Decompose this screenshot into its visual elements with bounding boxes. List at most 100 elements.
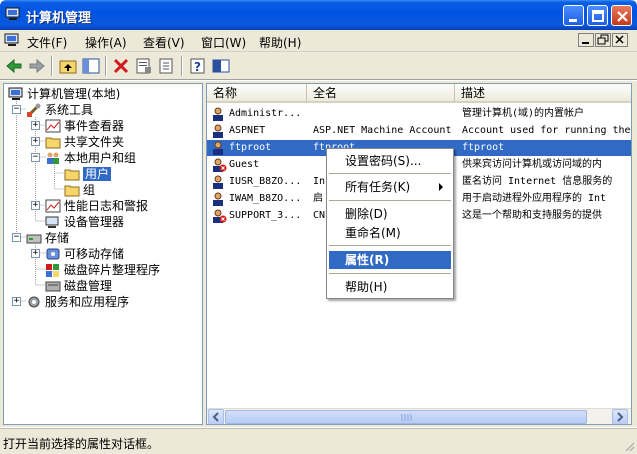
tree-item-label: 组: [83, 183, 96, 197]
menu-item-delete[interactable]: 删除(D): [329, 205, 451, 223]
tree-item[interactable]: 组: [64, 182, 95, 198]
tree-item-label: 存储: [45, 231, 70, 245]
show-hide-tree-icon[interactable]: [81, 56, 101, 76]
storage-icon: [26, 234, 42, 244]
tools-icon: [27, 103, 41, 117]
tree-item[interactable]: 可移动存储: [45, 246, 124, 262]
event-viewer-icon: [45, 119, 61, 133]
cell-name: IUSR_B8ZO...: [229, 176, 302, 187]
up-folder-icon[interactable]: [58, 56, 78, 76]
column-header-description[interactable]: 描述: [455, 84, 631, 103]
tree-item[interactable]: 设备管理器: [45, 214, 124, 230]
tree-item[interactable]: 事件查看器: [45, 118, 124, 134]
tree-item-label: 磁盘碎片整理程序: [64, 263, 161, 277]
removable-storage-icon: [46, 248, 60, 260]
tree-expander[interactable]: +: [31, 249, 40, 258]
menu-separator: [329, 245, 451, 246]
cell-name: ftproot: [229, 142, 272, 153]
cell-desc: Account used for running the: [462, 125, 631, 136]
export-list-icon[interactable]: [157, 56, 177, 76]
mdi-minimize-button[interactable]: [578, 33, 594, 47]
menu-item-label: 所有任务(K): [345, 180, 411, 194]
tree-item[interactable]: 磁盘碎片整理程序: [45, 262, 160, 278]
cell-desc: ftproot: [462, 142, 505, 153]
menu-separator: [329, 273, 451, 274]
tree-item[interactable]: 系统工具: [26, 102, 93, 118]
tree-expander[interactable]: −: [12, 233, 21, 242]
folder-icon: [64, 169, 80, 181]
mdi-restore-button[interactable]: [595, 33, 611, 47]
action-pane-icon[interactable]: [211, 56, 231, 76]
column-header-name[interactable]: 名称: [207, 84, 307, 103]
tree-item-label: 磁盘管理: [64, 279, 113, 293]
tree-item[interactable]: 计算机管理(本地): [8, 86, 120, 102]
mdi-close-button[interactable]: [612, 33, 628, 47]
menu-window[interactable]: 窗口(W): [201, 34, 246, 51]
horizontal-scrollbar[interactable]: [207, 408, 631, 424]
tree-item[interactable]: 共享文件夹: [45, 134, 124, 150]
status-bar: 打开当前选择的属性对话框。: [0, 428, 637, 454]
tree-item[interactable]: 性能日志和警报: [45, 198, 148, 214]
menu-action[interactable]: 操作(A): [85, 34, 127, 51]
menu-separator: [329, 200, 451, 201]
cell-name: SUPPORT_3...: [229, 210, 302, 221]
close-icon: [615, 35, 624, 44]
tree-item-label: 计算机管理(本地): [27, 87, 121, 101]
title-bar[interactable]: 计算机管理: [0, 0, 637, 30]
tree-expander[interactable]: +: [31, 121, 40, 130]
menu-item-all-tasks[interactable]: 所有任务(K): [329, 178, 451, 196]
properties-icon[interactable]: [134, 56, 154, 76]
context-menu: 设置密码(S)... 所有任务(K) 删除(D) 重命名(M) 属性(R) 帮助…: [326, 148, 454, 299]
menu-item-rename[interactable]: 重命名(M): [329, 224, 451, 242]
column-header-fullname[interactable]: 全名: [307, 84, 455, 103]
tree-item[interactable]: 服务和应用程序: [26, 294, 129, 310]
menu-bar: 文件(F) 操作(A) 查看(V) 窗口(W) 帮助(H): [0, 30, 637, 52]
back-arrow-icon[interactable]: [4, 56, 24, 76]
services-icon: [28, 296, 40, 308]
tree-expander[interactable]: +: [31, 201, 40, 210]
tree-expander[interactable]: −: [31, 153, 40, 162]
scroll-right-button[interactable]: [612, 409, 628, 424]
tree-item[interactable]: 存储: [26, 230, 69, 246]
menu-view[interactable]: 查看(V): [143, 34, 185, 51]
delete-icon[interactable]: [111, 56, 131, 76]
toolbar-separator: [51, 56, 53, 76]
tree-item[interactable]: 用户: [64, 166, 112, 182]
tree-item[interactable]: 本地用户和组: [45, 150, 136, 166]
user-icon: [213, 107, 223, 121]
maximize-button[interactable]: [587, 5, 608, 26]
resize-grip-icon[interactable]: [623, 440, 635, 452]
computer-icon[interactable]: [4, 33, 20, 47]
list-item[interactable]: Administr... 管理计算机(域)的内置帐户: [207, 106, 631, 122]
window-title: 计算机管理: [26, 11, 92, 26]
submenu-arrow-icon: [439, 183, 443, 191]
tree-expander[interactable]: −: [12, 105, 21, 114]
menu-item-set-password[interactable]: 设置密码(S)...: [329, 152, 451, 170]
cell-name: Guest: [229, 159, 260, 170]
user-icon: [213, 209, 227, 223]
scroll-left-button[interactable]: [208, 409, 224, 424]
defrag-icon: [46, 264, 59, 277]
forward-arrow-icon[interactable]: [27, 56, 47, 76]
menu-help[interactable]: 帮助(H): [259, 34, 301, 51]
tree-expander[interactable]: +: [12, 297, 21, 306]
toolbar: ?: [0, 52, 637, 80]
menu-item-properties[interactable]: 属性(R): [329, 251, 451, 269]
menu-item-help[interactable]: 帮助(H): [329, 278, 451, 296]
shared-folder-icon: [45, 137, 61, 149]
minimize-button[interactable]: [563, 5, 584, 26]
tree-item-label: 系统工具: [45, 103, 94, 117]
user-icon: [213, 175, 223, 189]
list-item[interactable]: ASPNET ASP.NET Machine Account Account use…: [207, 123, 631, 139]
tree-item-label: 服务和应用程序: [45, 295, 130, 309]
tree-expander[interactable]: +: [31, 137, 40, 146]
menu-file[interactable]: 文件(F): [27, 34, 67, 51]
device-manager-icon: [45, 216, 59, 228]
console-tree[interactable]: 计算机管理(本地) − 系统工具 + 事件查看器 + 共享文件夹 − 本地用户和组 用户组 + 性能日…: [3, 83, 203, 425]
tree-item-label: 设备管理器: [64, 215, 125, 229]
scroll-thumb[interactable]: [225, 410, 587, 424]
tree-item[interactable]: 磁盘管理: [45, 278, 112, 294]
close-button[interactable]: [611, 5, 632, 26]
cell-name: IWAM_B8ZO...: [229, 193, 302, 204]
help-icon[interactable]: ?: [188, 56, 208, 76]
